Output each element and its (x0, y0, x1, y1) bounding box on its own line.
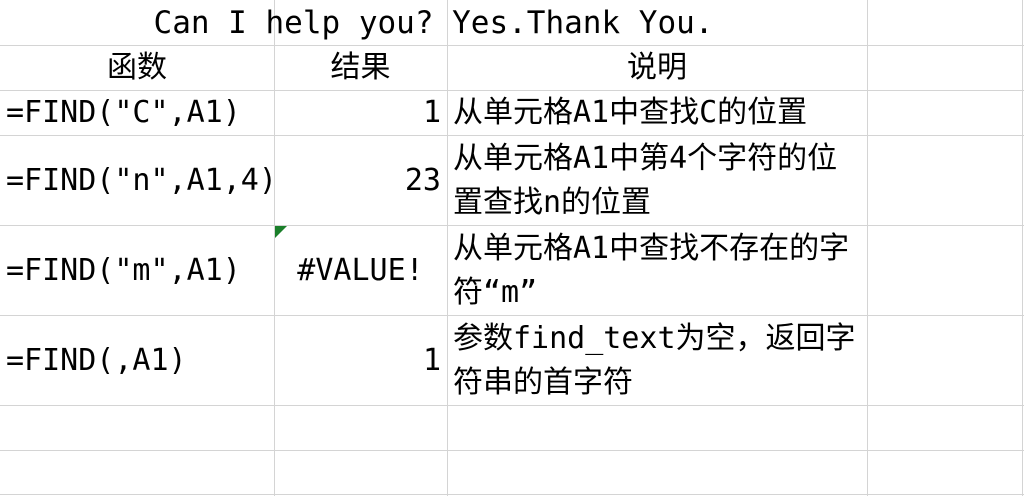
formula-cell[interactable]: =FIND("C",A1) (0, 91, 274, 135)
result-cell[interactable]: 23 (274, 136, 447, 225)
gridline (0, 494, 1024, 495)
description-cell[interactable]: 从单元格A1中第4个字符的位置查找n的位置 (447, 136, 867, 225)
description-cell[interactable]: 从单元格A1中查找不存在的字符“m” (447, 226, 867, 315)
title-cell[interactable]: Can I help you? Yes.Thank You. (0, 1, 867, 45)
gridline (1022, 0, 1023, 496)
formula-cell[interactable]: =FIND("m",A1) (0, 226, 274, 315)
gridline (0, 405, 1024, 406)
gridline (0, 450, 1024, 451)
formula-cell[interactable]: =FIND("n",A1,4) (0, 136, 274, 225)
formula-cell[interactable]: =FIND(,A1) (0, 316, 274, 405)
error-indicator-icon[interactable] (275, 226, 287, 238)
description-cell[interactable]: 从单元格A1中查找C的位置 (447, 91, 867, 135)
empty-cell[interactable] (867, 1, 1022, 45)
result-cell[interactable]: 1 (274, 316, 447, 405)
spreadsheet-grid: Can I help you? Yes.Thank You. 函数 结果 说明 … (0, 0, 1024, 496)
header-result[interactable]: 结果 (274, 46, 447, 90)
gridline (867, 0, 868, 496)
header-description[interactable]: 说明 (447, 46, 867, 90)
result-cell[interactable]: #VALUE! (274, 226, 447, 315)
result-cell[interactable]: 1 (274, 91, 447, 135)
header-function[interactable]: 函数 (0, 46, 274, 90)
description-cell[interactable]: 参数find_text为空，返回字符串的首字符 (447, 316, 867, 405)
